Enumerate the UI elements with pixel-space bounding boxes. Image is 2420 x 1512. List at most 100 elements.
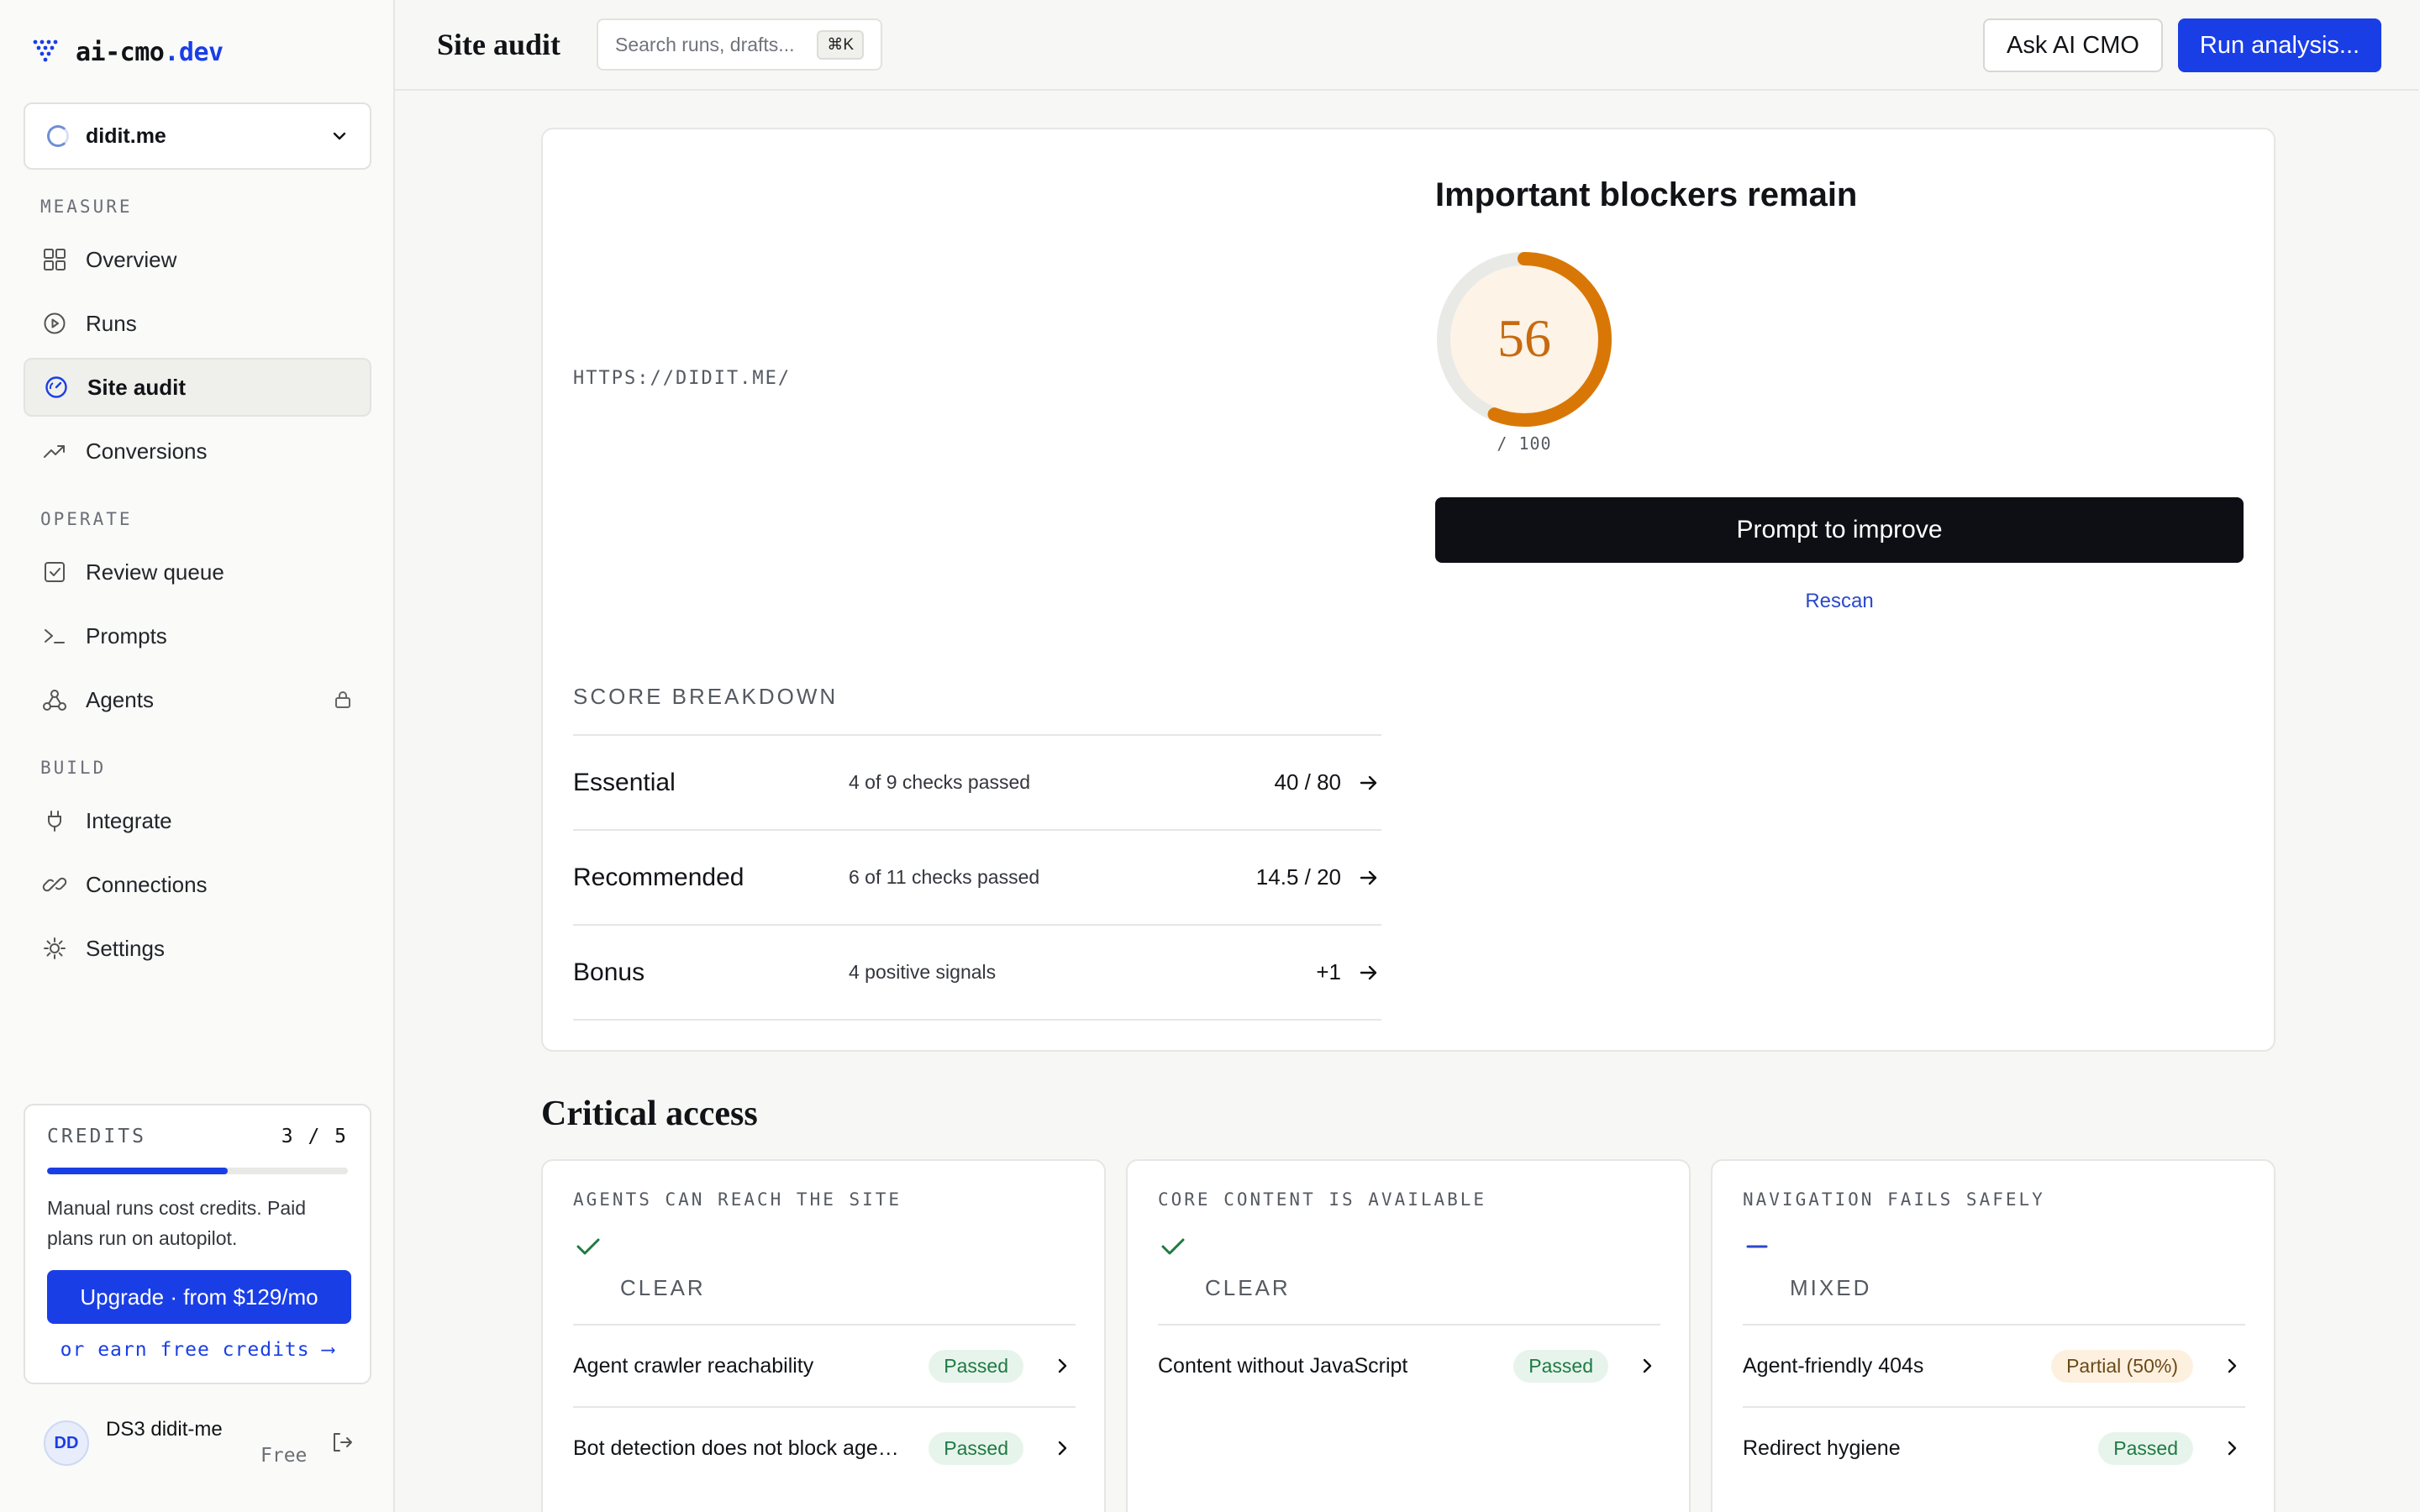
user-name: DS3 didit-me [106,1418,223,1441]
gear-icon [44,937,66,959]
check-row[interactable]: Agent-friendly 404s Partial (50%) [1743,1324,2245,1406]
run-analysis-button[interactable]: Run analysis... [2178,18,2381,72]
search-shortcut-badge: ⌘K [817,29,864,60]
access-card-core-content: CORE CONTENT IS AVAILABLE CLEAR Content … [1126,1159,1691,1512]
arrow-right-icon [1360,870,1377,885]
sidebar-item-conversions[interactable]: Conversions [24,422,371,480]
sidebar-item-label: Agents [86,686,154,712]
sidebar-item-label: Connections [86,871,208,897]
check-row[interactable]: Content without JavaScript Passed [1158,1324,1660,1406]
breakdown-row-essential[interactable]: Essential 4 of 9 checks passed 40 / 80 [573,736,1381,831]
credits-label: CREDITS [47,1126,146,1147]
agents-icon [43,690,66,711]
logout-icon[interactable] [329,1430,355,1455]
check-name: Agent crawler reachability [573,1353,814,1378]
sidebar-item-connections[interactable]: Connections [24,855,371,914]
sidebar-item-label: Overview [86,246,177,272]
breakdown-score: 14.5 / 20 [1255,864,1341,890]
nav-section-operate: OPERATE [40,509,133,529]
user-account[interactable]: DD DS3 didit-me Free [44,1418,355,1468]
check-name: Redirect hygiene [1743,1436,1901,1460]
rescan-link[interactable]: Rescan [1435,590,2244,613]
score-max: / 100 [1497,433,1552,454]
sidebar-item-overview[interactable]: Overview [24,230,371,289]
sidebar-item-label: Site audit [87,374,187,400]
breakdown-name: Essential [573,768,676,796]
grid-icon [44,249,66,270]
sidebar-item-label: Review queue [86,559,224,585]
sidebar-item-label: Integrate [86,807,172,833]
check-square-icon [45,562,65,582]
access-card-status: MIXED [1790,1275,1872,1300]
gauge-icon [45,376,67,398]
ask-ai-cmo-button[interactable]: Ask AI CMO [1983,18,2163,72]
sidebar-item-site-audit[interactable]: Site audit [24,358,371,417]
access-card-agents-reach: AGENTS CAN REACH THE SITE CLEAR Agent cr… [541,1159,1106,1512]
terminal-icon [45,629,65,643]
earn-credits-link[interactable]: or earn free credits ⟶ [47,1339,348,1361]
chevron-right-icon [1058,1441,1067,1456]
site-selector-value: didit.me [86,123,166,148]
nav-section-measure: MEASURE [40,197,133,217]
check-icon [1161,1238,1185,1255]
credits-count: 3 / 5 [281,1126,348,1147]
check-row[interactable]: Redirect hygiene Passed [1743,1406,2245,1488]
arrow-right-icon [1360,775,1377,790]
audit-url: HTTPS://DIDIT.ME/ [573,368,792,389]
search-placeholder: Search runs, drafts... [615,33,795,55]
breakdown-score: +1 [1316,959,1341,984]
site-selector[interactable]: didit.me [24,102,371,170]
check-name: Agent-friendly 404s [1743,1353,1924,1378]
chevron-right-icon [1643,1358,1652,1373]
search-input[interactable]: Search runs, drafts... ⌘K [597,18,882,71]
sidebar-item-runs[interactable]: Runs [24,294,371,353]
audit-verdict: Important blockers remain [1435,176,1858,213]
credits-progress-bar [47,1168,348,1174]
sidebar-item-label: Prompts [86,622,167,648]
sidebar-item-settings[interactable]: Settings [24,919,371,978]
sidebar-item-label: Settings [86,935,165,961]
arrow-right-icon [1360,965,1377,979]
status-badge: Passed [2098,1431,2193,1465]
link-icon [42,877,67,892]
sidebar-item-label: Conversions [86,438,208,464]
sidebar-item-prompts[interactable]: Prompts [24,606,371,665]
sidebar-item-agents[interactable]: Agents [24,670,371,729]
check-name: Bot detection does not block agents [573,1436,901,1460]
topbar: Site audit Search runs, drafts... ⌘K Ask… [395,0,2418,91]
breakdown-score: 40 / 80 [1274,769,1341,795]
trending-up-icon [44,445,65,458]
breakdown-row-bonus[interactable]: Bonus 4 positive signals +1 [573,926,1381,1021]
chevron-down-icon [333,132,346,140]
play-circle-icon [44,312,66,334]
score-breakdown: Essential 4 of 9 checks passed 40 / 80 R… [573,734,1381,1021]
access-card-title: NAVIGATION FAILS SAFELY [1743,1189,2045,1210]
check-row[interactable]: Agent crawler reachability Passed [573,1324,1076,1406]
score-value: 56 [1497,308,1551,368]
sidebar-item-integrate[interactable]: Integrate [24,791,371,850]
status-badge: Passed [929,1431,1023,1465]
site-favicon-icon [47,125,69,147]
brand-name: ai-cmo.dev [76,37,224,67]
breakdown-desc: 6 of 11 checks passed [849,866,1040,888]
breakdown-row-recommended[interactable]: Recommended 6 of 11 checks passed 14.5 /… [573,831,1381,926]
nav-section-build: BUILD [40,758,107,778]
breakdown-label: SCORE BREAKDOWN [573,684,839,709]
score-card: HTTPS://DIDIT.ME/ Important blockers rem… [541,128,2275,1052]
breakdown-desc: 4 of 9 checks passed [849,771,1031,793]
credits-description: Manual runs cost credits. Paid plans run… [47,1197,307,1249]
access-card-navigation: NAVIGATION FAILS SAFELY MIXED Agent-frie… [1711,1159,2275,1512]
sidebar-item-review-queue[interactable]: Review queue [24,543,371,601]
prompt-to-improve-button[interactable]: Prompt to improve [1435,497,2244,563]
main-content: Site audit Search runs, drafts... ⌘K Ask… [395,0,2420,1512]
logo[interactable]: ai-cmo.dev [32,37,224,67]
plug-icon [48,811,61,832]
status-badge: Passed [929,1349,1023,1383]
check-row[interactable]: Bot detection does not block agents Pass… [573,1406,1076,1488]
access-card-title: CORE CONTENT IS AVAILABLE [1158,1189,1487,1210]
breakdown-desc: 4 positive signals [849,961,997,983]
sidebar-item-label: Runs [86,310,137,336]
chevron-right-icon [2228,1441,2237,1456]
upgrade-button[interactable]: Upgrade · from $129/mo [47,1270,351,1324]
credits-panel: CREDITS 3 / 5 Manual runs cost credits. … [24,1104,371,1384]
